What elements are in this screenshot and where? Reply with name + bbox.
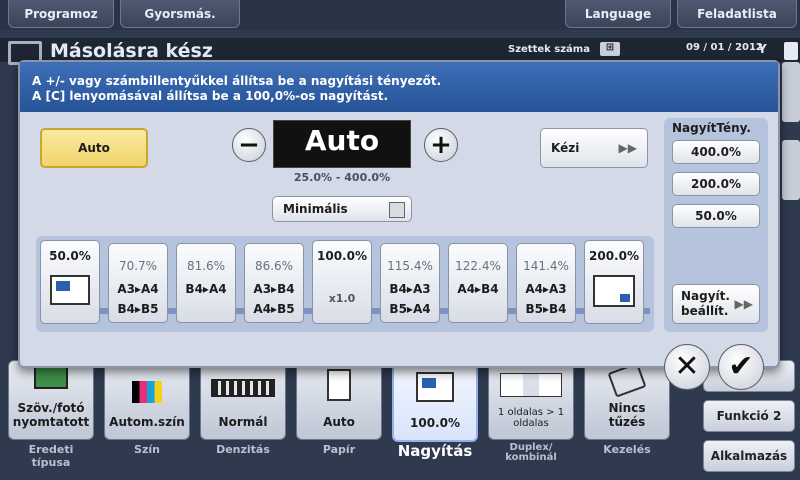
preset-size: B5▸A4 [389, 302, 431, 316]
preset-pct: 115.4% [387, 259, 433, 273]
preset-size: A4▸A3 [525, 282, 567, 296]
tile-zoom[interactable]: 100.0% [392, 358, 478, 442]
zoom-ratio-title: NagyítTény. [672, 121, 751, 135]
enlarge-icon [593, 275, 635, 307]
zoom-ratio-set-button[interactable]: Nagyít. beállít. ▶▶ [672, 284, 760, 324]
tile-label-active: Nagyítás [397, 442, 473, 460]
zoom-ratio-50[interactable]: 50.0% [672, 204, 760, 228]
tile-color[interactable]: Autom.szín [104, 360, 190, 440]
instruction-line-1: A +/- vagy számbillentyűkkel állítsa be … [32, 74, 442, 88]
instruction-banner: A +/- vagy számbillentyűkkel állítsa be … [20, 62, 778, 112]
preset-pct: 70.7% [118, 259, 158, 273]
zoom-ratio-400[interactable]: 400.0% [672, 140, 760, 164]
manual-zoom-button[interactable]: Kézi ▶▶ [540, 128, 648, 168]
tile-value: nyomtatott [12, 415, 90, 429]
tile-label: Szín [134, 443, 160, 456]
tile-value: Auto [323, 415, 355, 429]
tile-paper[interactable]: Auto [296, 360, 382, 440]
zoom-preset-70[interactable]: 70.7% A3▸A4 B4▸B5 [108, 243, 168, 323]
preset-pct: 122.4% [455, 259, 501, 273]
preset-pct: 50.0% [49, 249, 91, 263]
zoom-value-display: Auto [273, 120, 411, 168]
zoom-icon [416, 372, 454, 402]
preset-pct: 86.6% [254, 259, 294, 273]
minimal-label: Minimális [283, 202, 348, 216]
applications-button[interactable]: Alkalmazás [703, 440, 795, 472]
set-label-1: Nagyít. [681, 289, 730, 303]
tile-density[interactable]: Normál [200, 360, 286, 440]
instruction-line-2: A [C] lenyomásával állítsa be a 100,0%-o… [32, 89, 389, 103]
preset-pct: 100.0% [317, 249, 367, 263]
manual-label: Kézi [551, 141, 580, 155]
zoom-ratio-200[interactable]: 200.0% [672, 172, 760, 196]
reduce-icon [50, 275, 90, 305]
side-panel-tab[interactable] [782, 140, 800, 200]
tile-duplex[interactable]: 1 oldalas > 1 oldalas [488, 360, 574, 440]
ok-button[interactable]: ✔ [718, 344, 764, 390]
tile-label: Denzitás [216, 443, 270, 456]
plus-button[interactable]: + [424, 128, 458, 162]
preset-size: A3▸B4 [253, 282, 295, 296]
preset-size: A4▸B4 [457, 282, 499, 296]
function2-button[interactable]: Funkció 2 [703, 400, 795, 432]
preset-size: A4▸B5 [253, 302, 295, 316]
paper-icon [327, 369, 351, 401]
tile-value: Autom.szín [109, 415, 185, 429]
zoom-preset-141[interactable]: 141.4% A4▸A3 B5▸B4 [516, 243, 576, 323]
date-text: 09 / 01 / 2012 [686, 42, 763, 53]
zoom-preset-100[interactable]: 100.0% x1.0 [312, 240, 372, 324]
job-list-button[interactable]: Feladatlista [677, 0, 797, 28]
zoom-range-text: 25.0% - 400.0% [293, 171, 391, 184]
cancel-button[interactable]: ✕ [664, 344, 710, 390]
tile-value: 1 oldalas > 1 oldalas [497, 407, 565, 429]
quick-settings-button[interactable]: Gyorsmás. [120, 0, 240, 28]
minus-button[interactable]: − [232, 128, 266, 162]
tile-finishing[interactable]: Nincs tűzés [584, 360, 670, 440]
preset-pct: 200.0% [589, 249, 639, 263]
tile-label: Eredeti típusa [28, 443, 74, 469]
toner-icon [784, 42, 798, 60]
preset-size: B5▸B4 [525, 302, 567, 316]
language-button[interactable]: Language [565, 0, 671, 28]
zoom-preset-115[interactable]: 115.4% B4▸A3 B5▸A4 [380, 243, 440, 323]
tile-label: Papír [322, 443, 356, 456]
duplex-icon [500, 373, 562, 397]
antenna-icon: Y [758, 42, 767, 56]
preset-size: B4▸B5 [117, 302, 159, 316]
zoom-preset-81[interactable]: 81.6% B4▸A4 [176, 243, 236, 323]
tile-label: Duplex/ kombinál [505, 442, 557, 463]
auto-zoom-button[interactable]: Auto [40, 128, 148, 168]
chevron-right-icon: ▶▶ [618, 141, 637, 155]
tile-value: 100.0% [410, 416, 460, 430]
tile-value: Nincs [608, 401, 646, 415]
zoom-preset-122[interactable]: 122.4% A4▸B4 [448, 243, 508, 323]
status-title: Másolásra kész [50, 40, 213, 62]
tile-value: Szöv./fotó [17, 401, 85, 415]
checkbox-icon [389, 202, 405, 218]
preset-size: x1.0 [328, 292, 356, 305]
preset-size: B4▸A3 [389, 282, 431, 296]
sets-icon: ⊞ [600, 42, 620, 56]
programs-button[interactable]: Programoz [8, 0, 114, 28]
zoom-preset-200[interactable]: 200.0% [584, 240, 644, 324]
side-scroll-handle[interactable] [782, 62, 800, 122]
tile-value: Normál [218, 415, 268, 429]
preset-pct: 81.6% [186, 259, 226, 273]
sets-count-label: Szettek száma [508, 44, 590, 55]
preset-pct: 141.4% [523, 259, 569, 273]
density-icon [211, 379, 275, 397]
minimal-checkbox[interactable]: Minimális [272, 196, 412, 222]
preset-size: B4▸A4 [185, 282, 227, 296]
tile-value: tűzés [608, 415, 646, 429]
zoom-preset-86[interactable]: 86.6% A3▸B4 A4▸B5 [244, 243, 304, 323]
color-icon [132, 381, 162, 403]
tile-original-type[interactable]: Szöv./fotó nyomtatott [8, 360, 94, 440]
zoom-preset-50[interactable]: 50.0% [40, 240, 100, 324]
preset-size: A3▸A4 [117, 282, 159, 296]
tile-label: Kezelés [603, 443, 651, 456]
set-label-2: beállít. [681, 304, 729, 318]
chevron-right-icon: ▶▶ [734, 297, 753, 311]
